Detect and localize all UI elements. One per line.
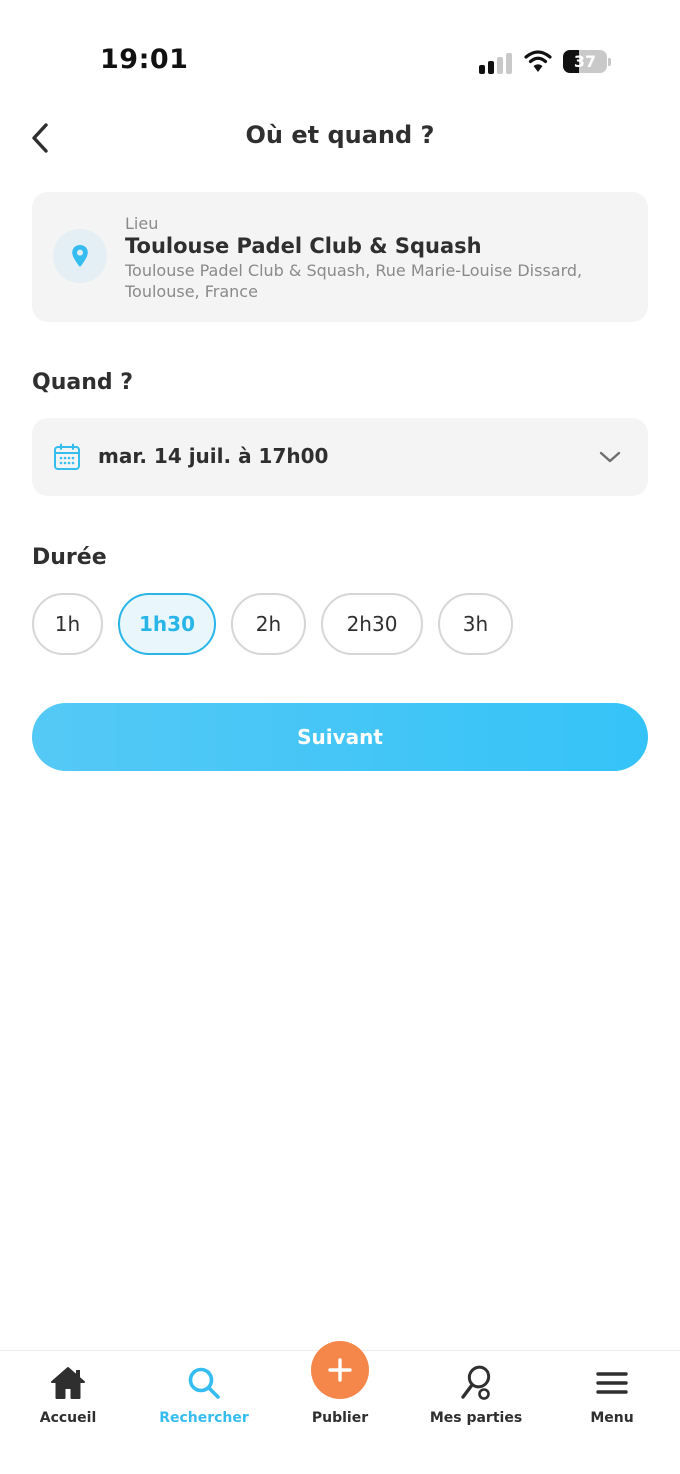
nav-label-publish: Publier xyxy=(311,1410,369,1426)
location-address: Toulouse Padel Club & Squash, Rue Marie-… xyxy=(125,261,583,301)
nav-label-home: Accueil xyxy=(39,1410,97,1426)
bottom-nav: Accueil Rechercher Publier Mes parties M… xyxy=(0,1341,680,1474)
duration-chip[interactable]: 2h30 xyxy=(321,593,423,655)
battery-icon: 37 xyxy=(563,50,611,73)
status-time: 19:01 xyxy=(100,44,189,75)
duration-chip[interactable]: 3h xyxy=(438,593,513,655)
page-title: Où et quand ? xyxy=(245,121,435,149)
plus-icon xyxy=(311,1341,369,1399)
search-icon xyxy=(184,1363,224,1403)
location-label: Lieu xyxy=(125,214,159,233)
battery-level: 37 xyxy=(573,52,597,71)
location-name: Toulouse Padel Club & Squash xyxy=(125,234,482,258)
calendar-icon xyxy=(54,443,80,470)
status-bar: 19:01 37 xyxy=(0,0,680,110)
chevron-down-icon xyxy=(599,451,621,463)
nav-label-menu: Menu xyxy=(590,1410,634,1426)
nav-item-my-games[interactable]: Mes parties xyxy=(408,1351,544,1441)
hamburger-menu-icon xyxy=(592,1363,632,1403)
duration-chip[interactable]: 2h xyxy=(231,593,306,655)
next-button[interactable]: Suivant xyxy=(32,703,648,771)
home-icon xyxy=(48,1363,88,1403)
map-pin-icon xyxy=(53,229,107,283)
nav-label-my-games: Mes parties xyxy=(429,1410,523,1426)
nav-item-home[interactable]: Accueil xyxy=(0,1351,136,1441)
duration-chip-selected[interactable]: 1h30 xyxy=(118,593,216,655)
nav-item-publish[interactable]: Publier xyxy=(272,1341,408,1441)
date-time-select[interactable]: mar. 14 juil. à 17h00 xyxy=(32,418,648,496)
location-card[interactable]: Lieu Toulouse Padel Club & Squash Toulou… xyxy=(32,192,648,322)
when-section-title: Quand ? xyxy=(32,370,134,395)
racket-icon xyxy=(456,1363,496,1403)
date-time-value: mar. 14 juil. à 17h00 xyxy=(98,444,329,468)
duration-section-title: Durée xyxy=(32,545,107,570)
nav-item-menu[interactable]: Menu xyxy=(544,1351,680,1441)
wifi-icon xyxy=(524,48,552,74)
nav-label-search: Rechercher xyxy=(159,1410,249,1426)
duration-chip[interactable]: 1h xyxy=(32,593,103,655)
nav-item-search[interactable]: Rechercher xyxy=(136,1351,272,1441)
signal-icon xyxy=(479,52,513,74)
